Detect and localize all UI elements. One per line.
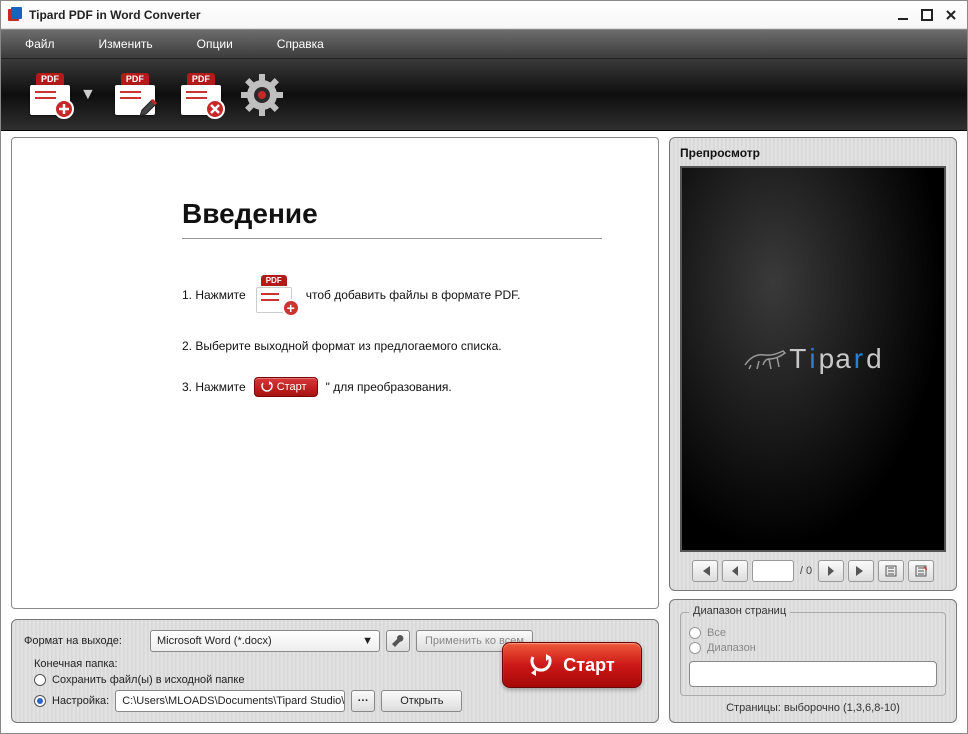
main-panel: Введение 1. Нажмите PDF+ чтоб добавить ф… (11, 137, 659, 609)
pencil-icon (137, 97, 159, 119)
plus-icon (54, 99, 74, 119)
remove-pdf-button[interactable]: PDF (174, 71, 228, 119)
menu-help[interactable]: Справка (277, 37, 324, 51)
start-inline-icon: Старт (254, 377, 318, 397)
last-page-button[interactable] (848, 560, 874, 582)
step3-prefix: 3. Нажмите (182, 380, 246, 394)
app-window: Tipard PDF in Word Converter Файл Измени… (0, 0, 968, 734)
wrench-icon (391, 634, 405, 648)
close-button[interactable] (941, 7, 961, 23)
minimize-button[interactable] (893, 7, 913, 23)
app-title: Tipard PDF in Word Converter (29, 8, 889, 22)
step1-suffix: чтоб добавить файлы в формате PDF. (306, 288, 521, 302)
save-source-radio[interactable] (34, 674, 46, 686)
range-all-label: Все (707, 627, 726, 639)
range-hint: Страницы: выборочно (1,3,6,8-10) (680, 702, 946, 714)
edit-pdf-button[interactable]: PDF (108, 71, 162, 119)
range-all-radio[interactable] (689, 627, 701, 639)
panther-icon (743, 347, 787, 371)
format-select[interactable]: Microsoft Word (*.docx) ▼ (150, 630, 380, 652)
next-page-button[interactable] (818, 560, 844, 582)
menu-edit[interactable]: Изменить (99, 37, 153, 51)
path-input[interactable]: C:\Users\MLOADS\Documents\Tipard Studio\… (115, 690, 345, 712)
range-custom-label: Диапазон (707, 642, 756, 654)
fit-page-button[interactable] (878, 560, 904, 582)
format-value: Microsoft Word (*.docx) (157, 635, 272, 647)
add-pdf-dropdown[interactable]: ▼ (80, 86, 96, 104)
preview-controls: / 0 (680, 560, 946, 582)
chevron-down-icon: ▼ (362, 635, 373, 647)
add-pdf-button[interactable]: PDF (23, 71, 77, 119)
pdf-badge: PDF (187, 73, 215, 85)
format-settings-button[interactable] (386, 630, 410, 652)
range-legend: Диапазон страниц (689, 605, 790, 617)
preview-title: Препросмотр (680, 146, 946, 160)
menubar: Файл Изменить Опции Справка (1, 29, 967, 59)
preview-box: Tipard (680, 166, 946, 552)
intro-heading: Введение (182, 198, 602, 239)
range-input[interactable] (689, 661, 937, 687)
open-folder-button[interactable]: Открыть (381, 690, 462, 712)
prev-page-button[interactable] (722, 560, 748, 582)
pdf-badge: PDF (121, 73, 149, 85)
actual-size-button[interactable] (908, 560, 934, 582)
browse-button[interactable]: ··· (351, 690, 375, 712)
page-range-panel: Диапазон страниц Все Диапазон Страницы: … (669, 599, 957, 723)
intro-step-3: 3. Нажмите Старт " для преобразования. (182, 377, 602, 397)
intro-step-1: 1. Нажмите PDF+ чтоб добавить файлы в фо… (182, 275, 602, 315)
page-total: / 0 (800, 565, 812, 577)
maximize-button[interactable] (917, 7, 937, 23)
settings-button[interactable] (240, 73, 284, 117)
format-label: Формат на выходе: (24, 635, 144, 647)
save-source-label: Сохранить файл(ы) в исходной папке (52, 674, 244, 686)
preview-panel: Препросмотр Tipard / 0 (669, 137, 957, 591)
page-input[interactable] (752, 560, 794, 582)
refresh-icon (529, 653, 553, 677)
app-icon (7, 7, 23, 23)
custom-folder-radio[interactable] (34, 695, 46, 707)
menu-file[interactable]: Файл (25, 37, 55, 51)
step3-suffix: " для преобразования. (326, 380, 452, 394)
menu-options[interactable]: Опции (197, 37, 233, 51)
remove-icon (205, 99, 225, 119)
output-panel: Формат на выходе: Microsoft Word (*.docx… (11, 619, 659, 723)
add-pdf-inline-icon: PDF+ (254, 275, 298, 315)
custom-label: Настройка: (52, 695, 109, 707)
range-custom-radio[interactable] (689, 642, 701, 654)
content-area: Введение 1. Нажмите PDF+ чтоб добавить ф… (1, 131, 967, 733)
intro-step-2: 2. Выберите выходной формат из предлогае… (182, 339, 602, 353)
first-page-button[interactable] (692, 560, 718, 582)
pdf-badge: PDF (36, 73, 64, 85)
start-button[interactable]: Старт (502, 642, 642, 688)
toolbar: PDF ▼ PDF PDF (1, 59, 967, 131)
step1-prefix: 1. Нажмите (182, 288, 246, 302)
titlebar: Tipard PDF in Word Converter (1, 1, 967, 29)
brand-logo: Tipard (743, 343, 882, 375)
